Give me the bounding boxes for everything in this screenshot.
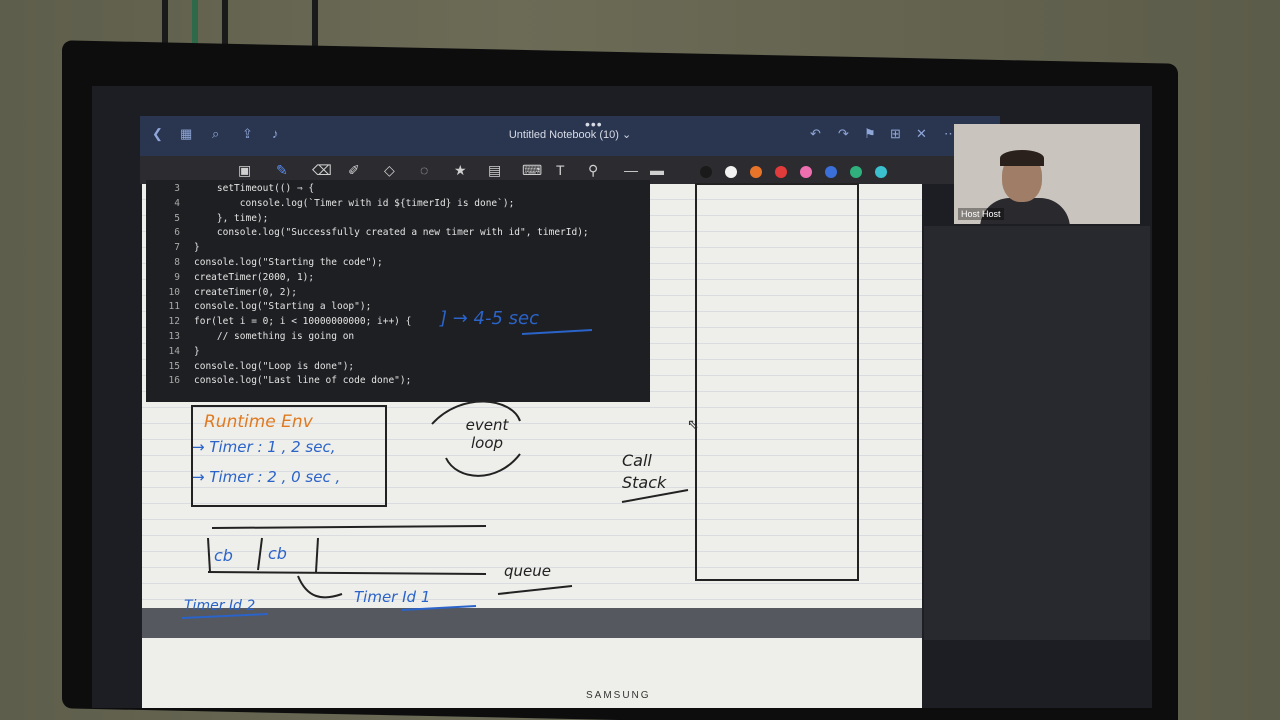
monitor-brand: SAMSUNG bbox=[586, 690, 651, 701]
loop-duration-annotation: ] → 4-5 sec bbox=[440, 308, 540, 329]
underline bbox=[497, 585, 573, 595]
queue-callback: cb bbox=[268, 544, 287, 563]
participant-hair bbox=[1000, 150, 1044, 166]
timer-id-2-label: Timer Id 2 bbox=[184, 598, 256, 614]
queue-left-line bbox=[207, 537, 211, 573]
underline bbox=[401, 605, 477, 611]
event-loop-arrow-bottom bbox=[445, 453, 521, 477]
queue-label: queue bbox=[504, 562, 551, 580]
timer-2-entry: → Timer : 2 , 0 sec , bbox=[192, 468, 341, 486]
timer-1-entry: → Timer : 1 , 2 sec, bbox=[192, 438, 336, 456]
mouse-cursor-icon: ⇖ bbox=[687, 416, 699, 432]
event-loop-label: event loop bbox=[465, 416, 509, 452]
participant-name: Host Host bbox=[958, 208, 1004, 220]
underline bbox=[521, 329, 593, 335]
timer-id-1-label: Timer Id 1 bbox=[354, 588, 431, 606]
queue-divider bbox=[315, 537, 319, 573]
runtime-env-label: Runtime Env bbox=[204, 412, 313, 432]
cb-arrow bbox=[297, 575, 343, 599]
video-tile[interactable]: Host Host bbox=[954, 124, 1140, 224]
queue-bottom-line bbox=[207, 571, 487, 575]
call-stack-label: Call Stack bbox=[622, 451, 667, 492]
monitor-screen: ❮ ▦ ⌕ ⇪ ♪ ••• Untitled Notebook (10) ⌄ ↶… bbox=[92, 86, 1152, 708]
call-stack-box bbox=[695, 183, 859, 581]
queue-divider bbox=[257, 537, 263, 571]
meeting-side-panel bbox=[924, 226, 1150, 640]
queue-callback: cb bbox=[214, 546, 233, 565]
underline bbox=[181, 613, 269, 619]
queue-top-line bbox=[211, 525, 487, 529]
